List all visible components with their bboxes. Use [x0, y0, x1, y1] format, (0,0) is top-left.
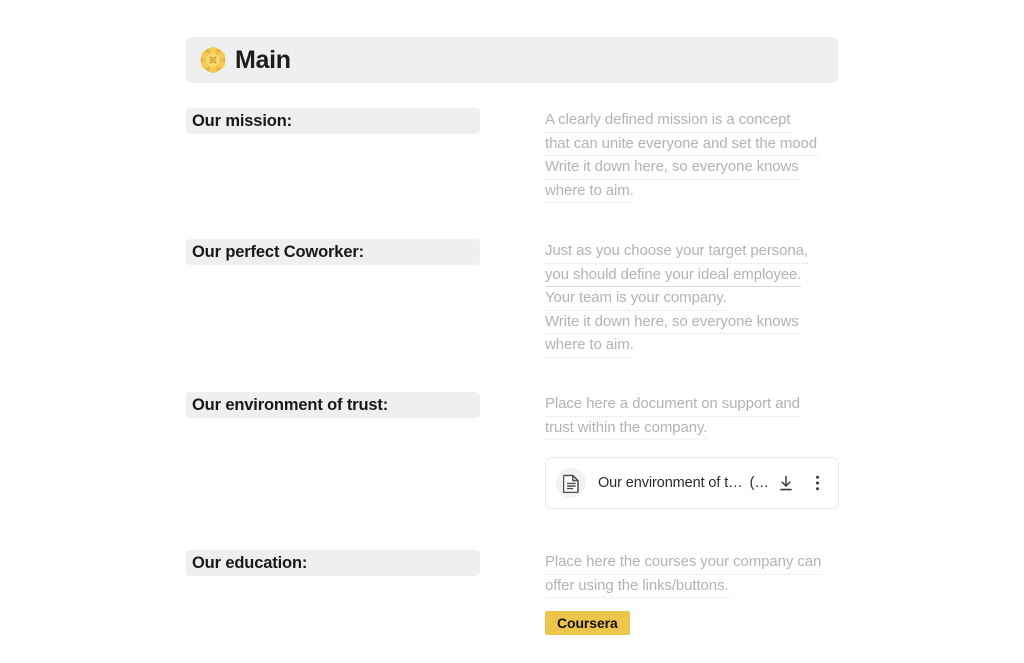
section-label: Our environment of trust:: [192, 395, 389, 414]
hint-line: Write it down here, so everyone knows: [545, 311, 799, 334]
document-icon: [556, 468, 586, 498]
file-actions: [777, 473, 826, 493]
section-body[interactable]: Place here the courses your company can …: [545, 550, 838, 635]
page-root: Main Our mission: A clearly defined miss…: [0, 0, 1024, 663]
hint-line: where to aim.: [545, 180, 634, 203]
hint-line: Just as you choose your target persona,: [545, 240, 808, 264]
hint-line: offer using the links/buttons.: [545, 575, 729, 598]
hint-line: Place here the courses your company can: [545, 551, 821, 575]
hint-line: where to aim.: [545, 334, 634, 358]
section-our-perfect-coworker: Our perfect Coworker: Just as you choose…: [186, 239, 838, 358]
more-vertical-icon[interactable]: [808, 473, 826, 493]
section-label-block[interactable]: Our mission:: [186, 108, 480, 134]
section-body[interactable]: Place here a document on support and tru…: [545, 392, 839, 509]
download-icon[interactable]: [777, 473, 795, 493]
section-body[interactable]: A clearly defined mission is a concept t…: [545, 108, 838, 203]
hint-line: A clearly defined mission is a concept: [545, 109, 791, 133]
hint-line: Your team is your company.: [545, 287, 727, 311]
section-label-block[interactable]: Our environment of trust:: [186, 392, 480, 418]
section-our-education: Our education: Place here the courses yo…: [186, 550, 838, 635]
hint-line: Write it down here, so everyone knows: [545, 156, 799, 180]
file-name: Our environment of t…: [598, 475, 743, 491]
section-label: Our mission:: [192, 111, 292, 130]
hint-line: you should define your ideal employee.: [545, 264, 801, 287]
hint-line: that can unite everyone and set the mood: [545, 133, 817, 156]
hint-line: trust within the company.: [545, 417, 707, 440]
section-body[interactable]: Just as you choose your target persona, …: [545, 239, 838, 358]
rosette-emoji-icon: [200, 47, 226, 73]
file-attachment-card[interactable]: Our environment of t… (…: [545, 457, 839, 509]
hint-line: Place here a document on support and: [545, 393, 800, 417]
coursera-link-button[interactable]: Coursera: [545, 611, 630, 635]
file-size: (…: [749, 475, 769, 491]
section-label-block[interactable]: Our education:: [186, 550, 480, 576]
page-title-bar[interactable]: Main: [186, 37, 838, 83]
section-our-mission: Our mission: A clearly defined mission i…: [186, 108, 838, 203]
page-title: Main: [235, 45, 291, 74]
section-label: Our perfect Coworker:: [192, 242, 364, 261]
section-label-block[interactable]: Our perfect Coworker:: [186, 239, 480, 265]
section-label: Our education:: [192, 553, 308, 572]
section-our-environment-of-trust: Our environment of trust: Place here a d…: [186, 392, 839, 509]
